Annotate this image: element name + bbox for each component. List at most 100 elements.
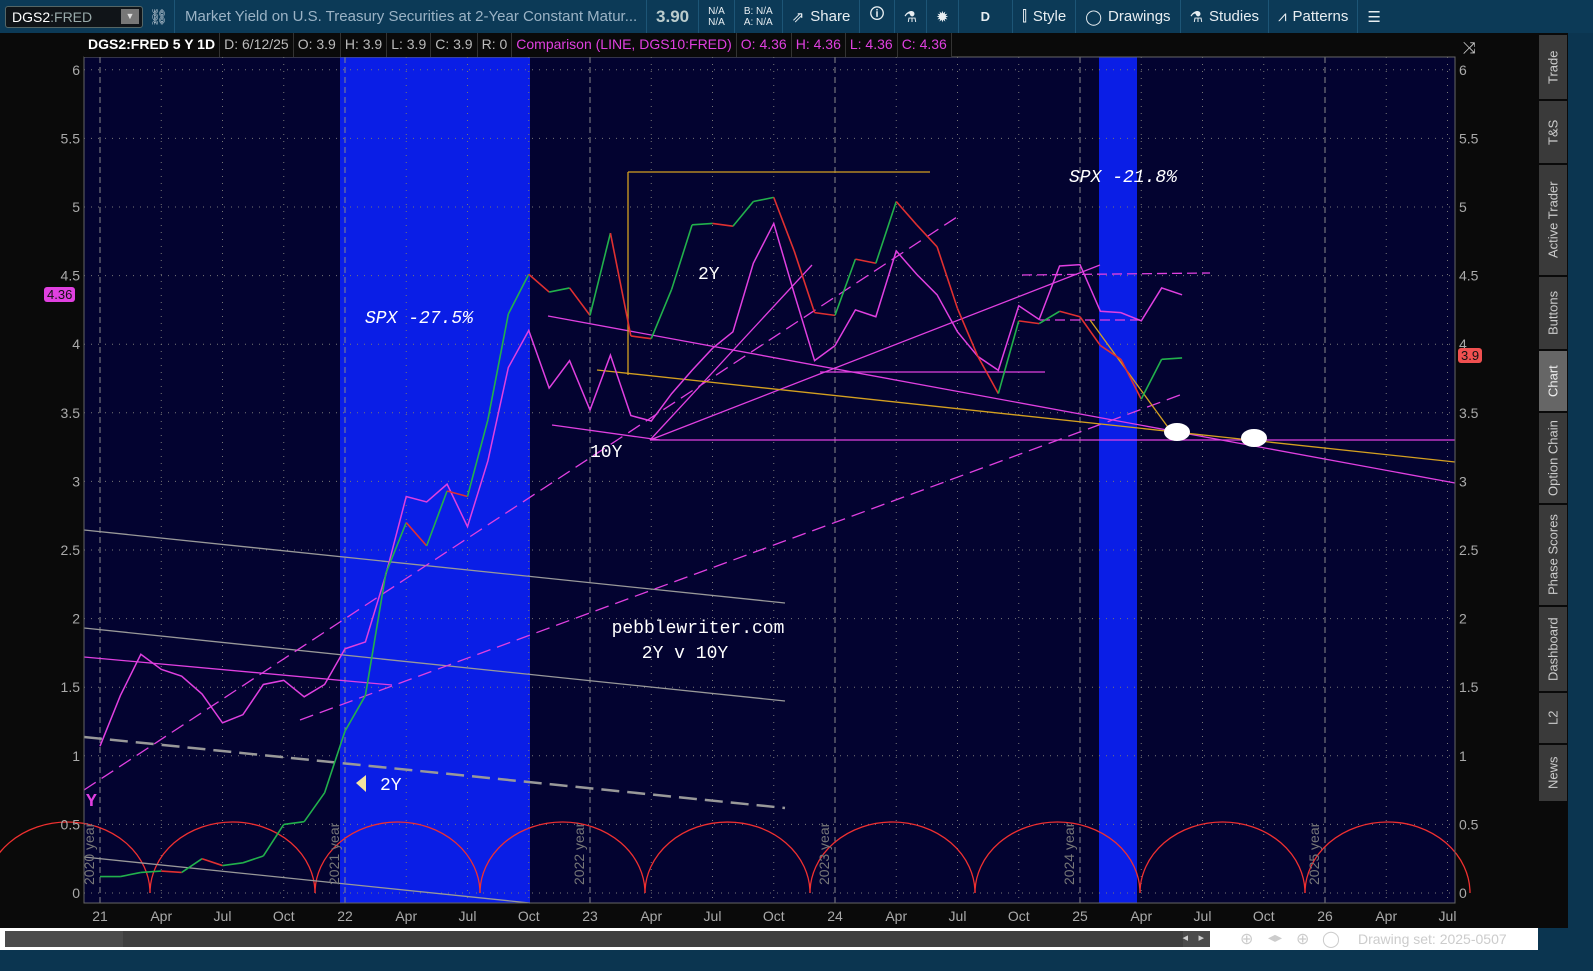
side-tab-dashboard[interactable]: Dashboard — [1539, 607, 1567, 691]
side-tab-buttons[interactable]: Buttons — [1539, 277, 1567, 349]
side-tab-news[interactable]: News — [1539, 745, 1567, 801]
menu-button[interactable]: ☰ — [1357, 0, 1389, 33]
symbol: DGS2 — [12, 8, 51, 25]
bid: B: N/A — [743, 5, 773, 17]
side-tab-option-chain[interactable]: Option Chain — [1539, 413, 1567, 503]
comparison-high: H: 4.36 — [792, 33, 846, 57]
y-tick-label-left: 3 — [72, 473, 80, 489]
annotation-site: pebblewriter.com — [612, 619, 785, 639]
x-tick-label: Jul — [949, 908, 967, 924]
flask-button[interactable]: ⚗ — [893, 0, 926, 33]
y-tick-label-left: 0 — [72, 885, 80, 901]
info-range: R: 0 — [478, 33, 513, 57]
info-button[interactable]: 🛈 — [859, 0, 893, 33]
side-tab-trade[interactable]: Trade — [1539, 35, 1567, 99]
y-tick-label-left: 3.5 — [61, 405, 81, 421]
ellipse-icon: ◯ — [1085, 8, 1103, 26]
x-tick-label: Oct — [1253, 908, 1275, 924]
x-tick-label: Oct — [763, 908, 785, 924]
y-tick-label-right: 5 — [1459, 199, 1467, 215]
period-button[interactable]: D — [957, 0, 1012, 33]
shade-region-2022 — [340, 57, 530, 903]
year-marker: 2025 year — [1306, 822, 1322, 885]
annotation-spx-2025: SPX -21.8% — [1069, 168, 1178, 188]
side-tab-t-s[interactable]: T&S — [1539, 101, 1567, 163]
flask-icon: ⚗ — [903, 8, 918, 26]
chevron-down-icon[interactable]: ▼ — [121, 9, 139, 24]
symbol-selector[interactable]: DGS2:FRED ▼ — [5, 5, 143, 28]
style-label: Style — [1032, 8, 1067, 25]
chart-panel[interactable]: SPX -27.5% SPX -21.8% 2Y 10Y pebblewrite… — [0, 33, 1538, 928]
link-icon[interactable]: ⛓ — [149, 8, 168, 26]
y-tick-label-right: 2.5 — [1459, 542, 1479, 558]
x-tick-label: Oct — [518, 908, 540, 924]
drawing-set-label[interactable]: Drawing set: 2025-0507 — [1358, 931, 1507, 947]
x-tick-label: Oct — [1008, 908, 1030, 924]
side-tab-l2[interactable]: L2 — [1539, 693, 1567, 743]
y-tick-label-right: 1.5 — [1459, 679, 1479, 695]
info-bar: DGS2:FRED 5 Y 1D D: 6/12/25 O: 3.9 H: 3.… — [84, 33, 952, 57]
bottom-bar: ◂ ▸ ⊕ ◂▸ ⊕ ◯ Drawing set: 2025-0507 — [0, 928, 1538, 950]
studies-label: Studies — [1209, 8, 1260, 25]
annotation-2y: 2Y — [698, 265, 720, 285]
year-marker: 2024 year — [1061, 822, 1077, 885]
x-tick-label: 24 — [827, 908, 843, 924]
share-button[interactable]: ⇗ Share — [781, 0, 860, 33]
chart-title: DGS2:FRED 5 Y 1D — [84, 33, 221, 57]
y-tick-label-right: 5.5 — [1459, 130, 1479, 146]
style-button[interactable]: ⫿ Style — [1012, 0, 1075, 33]
horizontal-scrollbar[interactable]: ◂ ▸ — [5, 931, 1210, 947]
auto-scale-icon[interactable]: ⤨ — [1463, 40, 1476, 57]
zoom-icon[interactable]: ⊕ — [1240, 929, 1253, 949]
year-marker: 2022 year — [571, 822, 587, 885]
x-tick-label: 26 — [1317, 908, 1333, 924]
top-toolbar: DGS2:FRED ▼ ⛓ Market Yield on U.S. Treasu… — [0, 0, 1593, 33]
y-tick-label-right: 6 — [1459, 62, 1467, 78]
gear-icon: ✹ — [936, 8, 949, 26]
y-tick-label-right: 3.5 — [1459, 405, 1479, 421]
comparison-price-bubble: 4.36 — [44, 287, 76, 302]
crosshair-icon[interactable]: ⊕ — [1296, 929, 1309, 949]
x-tick-label: 23 — [582, 908, 598, 924]
side-tab-phase-scores[interactable]: Phase Scores — [1539, 505, 1567, 605]
flask-icon: ⚗ — [1189, 8, 1204, 26]
x-tick-label: Jul — [459, 908, 477, 924]
last-price: 3.90 — [646, 0, 698, 33]
scroll-left-icon[interactable]: ◂ — [1182, 931, 1188, 944]
y-tick-label-left: 1.5 — [61, 679, 81, 695]
settings-button[interactable]: ✹ — [926, 0, 958, 33]
chart-canvas[interactable]: SPX -27.5% SPX -21.8% 2Y 10Y pebblewrite… — [0, 33, 1538, 928]
pan-icon[interactable]: ◂▸ — [1268, 929, 1282, 946]
info-close: C: 3.9 — [431, 33, 478, 57]
comparison-close: C: 4.36 — [898, 33, 952, 57]
x-tick-label: Jul — [704, 908, 722, 924]
patterns-button[interactable]: ⩘ Patterns — [1268, 0, 1357, 33]
y-tick-label-left: 2.5 — [61, 542, 81, 558]
annotation-spx-2022: SPX -27.5% — [365, 309, 474, 329]
comparison-label[interactable]: Comparison (LINE, DGS10:FRED) — [512, 33, 737, 57]
y-tick-label-left: 1 — [72, 748, 80, 764]
drawings-button[interactable]: ◯ Drawings — [1075, 0, 1179, 33]
y-tick-label-right: 3 — [1459, 473, 1467, 489]
side-tab-chart[interactable]: Chart — [1539, 351, 1567, 411]
plot-background — [84, 57, 1455, 903]
scroll-right-icon[interactable]: ▸ — [1198, 931, 1204, 944]
info-high: H: 3.9 — [341, 33, 388, 57]
annotation-arrow-2y: 2Y — [380, 776, 402, 796]
side-tab-active-trader[interactable]: Active Trader — [1539, 165, 1567, 275]
symbol-description: Market Yield on U.S. Treasury Securities… — [185, 8, 638, 25]
studies-button[interactable]: ⚗ Studies — [1179, 0, 1269, 33]
scrollbar-thumb[interactable] — [123, 931, 1183, 947]
patterns-label: Patterns — [1292, 8, 1349, 25]
annotation-10y: 10Y — [590, 443, 623, 463]
x-tick-label: Oct — [273, 908, 295, 924]
y-tick-label-left: 6 — [72, 62, 80, 78]
annotation-subtitle: 2Y v 10Y — [642, 644, 729, 664]
y-tick-label-right: 4.5 — [1459, 268, 1479, 284]
year-marker: 2023 year — [816, 822, 832, 885]
ellipse-icon[interactable]: ◯ — [1322, 929, 1340, 949]
drawings-label: Drawings — [1108, 8, 1171, 25]
annotation-y: Y — [86, 792, 97, 812]
intersection-marker — [1241, 429, 1267, 447]
y-tick-label-right: 0 — [1459, 885, 1467, 901]
